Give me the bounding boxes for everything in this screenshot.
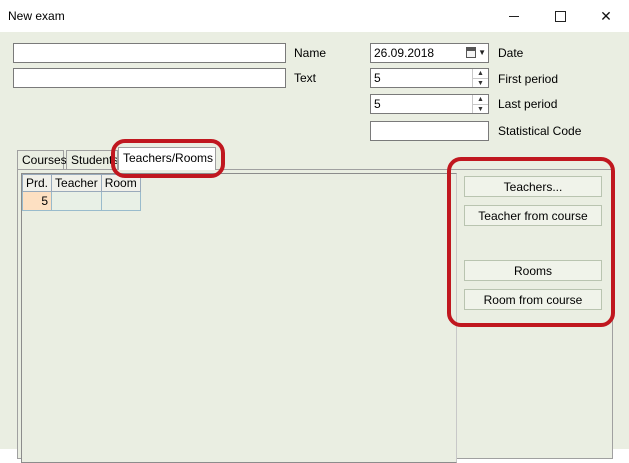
date-value: 26.09.2018 — [374, 46, 435, 60]
last-period-value: 5 — [374, 97, 381, 111]
column-header-teacher[interactable]: Teacher — [51, 174, 102, 192]
maximize-icon — [554, 10, 566, 22]
chevron-down-icon: ▼ — [478, 48, 486, 57]
text-label: Text — [294, 71, 317, 85]
rooms-button[interactable]: Rooms — [464, 260, 602, 281]
text-input[interactable] — [13, 68, 286, 88]
statistical-code-label: Statistical Code — [498, 124, 582, 138]
name-label: Name — [294, 46, 327, 60]
cell-teacher[interactable] — [51, 191, 102, 211]
date-dropdown[interactable]: ▼ — [466, 47, 486, 58]
close-icon: ✕ — [600, 7, 612, 24]
maximize-button[interactable] — [537, 0, 583, 32]
teacher-from-course-label: Teacher from course — [478, 208, 588, 223]
last-period-stepper[interactable]: 5 ▲ ▼ — [370, 94, 489, 114]
teachers-button-label: Teachers... — [503, 179, 563, 194]
cell-room[interactable] — [100, 191, 141, 211]
first-period-label: First period — [498, 72, 559, 86]
tab-teachers-rooms[interactable]: Teachers/Rooms — [118, 147, 216, 170]
date-label: Date — [498, 46, 524, 60]
close-button[interactable]: ✕ — [583, 0, 629, 32]
first-period-stepper[interactable]: 5 ▲ ▼ — [370, 68, 489, 88]
calendar-icon — [466, 47, 477, 58]
grid-area — [21, 173, 457, 463]
tab-label: Courses — [22, 153, 67, 167]
grid-header-row: Prd. Teacher Room — [21, 174, 141, 192]
statistical-code-input[interactable] — [370, 121, 489, 141]
name-input[interactable] — [13, 43, 286, 63]
room-from-course-button[interactable]: Room from course — [464, 289, 602, 310]
teachers-rooms-grid: Prd. Teacher Room 5 — [21, 174, 141, 211]
room-from-course-label: Room from course — [483, 292, 583, 307]
spin-down-icon[interactable]: ▼ — [473, 79, 488, 88]
new-exam-window: New exam ✕ Name Text 26.09.2018 ▼ Date 5… — [0, 0, 629, 463]
spin-down-icon[interactable]: ▼ — [473, 105, 488, 114]
date-picker[interactable]: 26.09.2018 ▼ — [370, 43, 489, 63]
spin-up-icon[interactable]: ▲ — [473, 69, 488, 79]
last-period-label: Last period — [498, 97, 558, 111]
last-period-spin[interactable]: ▲ ▼ — [472, 95, 488, 113]
column-header-prd[interactable]: Prd. — [21, 174, 53, 192]
cell-prd[interactable]: 5 — [21, 191, 53, 211]
table-row[interactable]: 5 — [21, 191, 141, 211]
first-period-spin[interactable]: ▲ ▼ — [472, 69, 488, 87]
title-bar: New exam ✕ — [0, 0, 629, 32]
tab-students[interactable]: Students — [66, 150, 118, 169]
window-title: New exam — [8, 9, 65, 23]
column-header-room[interactable]: Room — [100, 174, 141, 192]
tab-label: Students — [71, 153, 118, 167]
minimize-button[interactable] — [491, 0, 537, 32]
rooms-button-label: Rooms — [513, 263, 552, 278]
first-period-value: 5 — [374, 71, 381, 85]
spin-up-icon[interactable]: ▲ — [473, 95, 488, 105]
teacher-from-course-button[interactable]: Teacher from course — [464, 205, 602, 226]
tab-courses[interactable]: Courses — [17, 150, 67, 169]
tab-label: Teachers/Rooms — [123, 151, 214, 165]
teachers-button[interactable]: Teachers... — [464, 176, 602, 197]
minimize-icon — [509, 15, 519, 17]
